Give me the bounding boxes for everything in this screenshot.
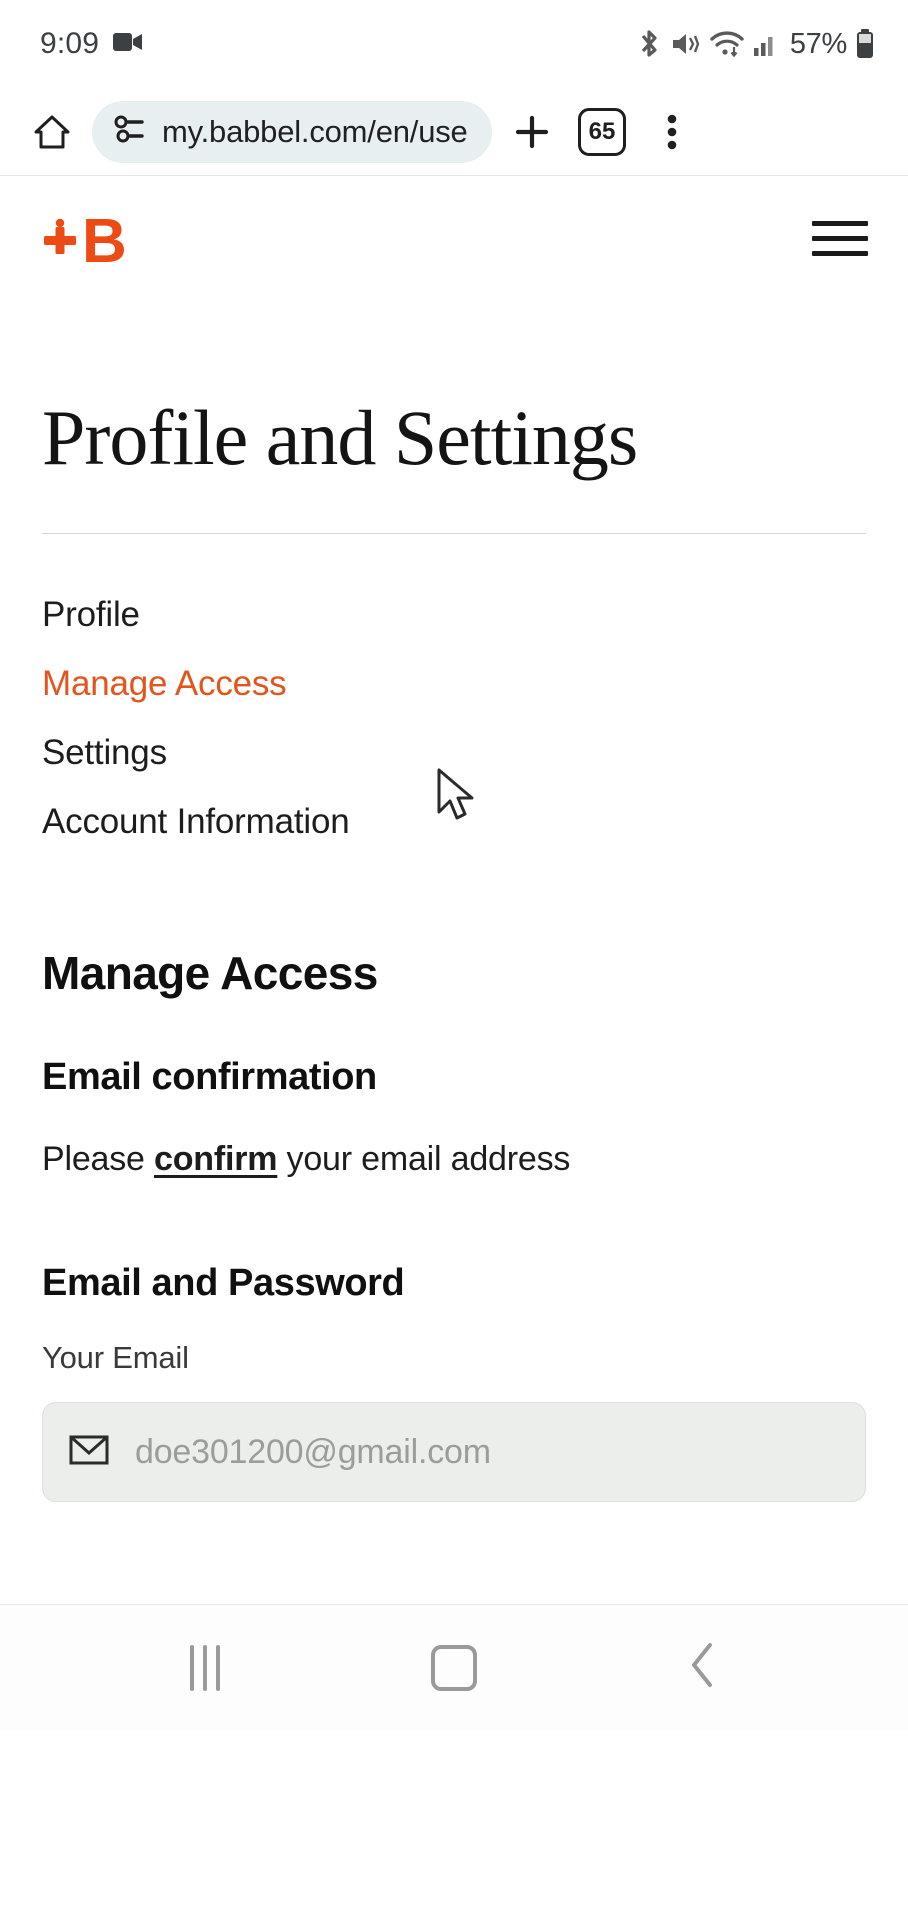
new-tab-button[interactable] (502, 102, 562, 162)
nav-item-manage-access[interactable]: Manage Access (42, 649, 866, 718)
android-status-bar: 9:09 57% (0, 0, 908, 88)
video-camera-icon (113, 31, 143, 58)
nav-item-settings[interactable]: Settings (42, 718, 866, 787)
url-bar[interactable]: my.babbel.com/en/use (92, 100, 492, 163)
babbel-logo[interactable]: B (42, 210, 134, 268)
hamburger-line (812, 236, 868, 241)
back-button[interactable] (643, 1639, 763, 1696)
svg-text:B: B (82, 210, 127, 268)
back-chevron-icon (686, 1639, 720, 1696)
hamburger-line (812, 251, 868, 256)
home-button[interactable] (22, 102, 82, 162)
section-heading-manage-access: Manage Access (42, 947, 378, 999)
mute-vibrate-icon (671, 30, 701, 58)
email-field-label: Your Email (42, 1340, 189, 1375)
tab-count-badge[interactable]: 65 (578, 107, 626, 156)
confirm-text-suffix: your email address (277, 1140, 571, 1178)
battery-percent-label: 57% (789, 27, 847, 60)
confirm-text-prefix: Please (42, 1140, 155, 1178)
hamburger-line (812, 221, 868, 226)
cellular-signal-icon (753, 31, 779, 57)
subheading-email-and-password: Email and Password (42, 1262, 405, 1304)
site-header: B (0, 176, 908, 301)
more-options-button[interactable] (642, 102, 702, 162)
home-square-icon (430, 1644, 477, 1691)
email-confirmation-text: Please confirm your email address (42, 1142, 866, 1176)
tab-switcher-button[interactable]: 65 (572, 102, 632, 162)
browser-toolbar: my.babbel.com/en/use 65 (0, 88, 908, 176)
recents-bar (202, 1644, 207, 1691)
status-clock: 9:09 (40, 27, 100, 60)
home-nav-button[interactable] (394, 1644, 514, 1691)
recents-icon (189, 1644, 220, 1691)
settings-nav-list: Profile Manage Access Settings Account I… (42, 580, 866, 856)
recents-bar (215, 1644, 220, 1691)
title-divider (42, 533, 866, 534)
recents-bar (189, 1644, 194, 1691)
email-input-value[interactable]: doe301200@gmail.com (135, 1433, 491, 1472)
nav-item-profile[interactable]: Profile (42, 580, 866, 649)
status-bar-left: 9:09 (40, 27, 143, 61)
email-input[interactable]: doe301200@gmail.com (42, 1402, 866, 1502)
hamburger-menu-icon[interactable] (812, 221, 868, 256)
page-content: Profile and Settings Profile Manage Acce… (0, 399, 908, 1502)
url-text[interactable]: my.babbel.com/en/use (162, 114, 468, 150)
page-viewport: B Profile and Settings Profile Manage Ac… (0, 176, 908, 1604)
page-title: Profile and Settings (42, 394, 638, 481)
page-info-icon[interactable] (114, 114, 146, 149)
confirm-link[interactable]: confirm (154, 1140, 277, 1178)
recents-button[interactable] (145, 1644, 265, 1691)
status-bar-right: 57% (636, 28, 874, 61)
nav-item-account-information[interactable]: Account Information (42, 787, 866, 856)
envelope-icon (69, 1434, 109, 1471)
bluetooth-icon (636, 29, 662, 59)
android-navigation-bar (0, 1604, 908, 1730)
subheading-email-confirmation: Email confirmation (42, 1056, 377, 1098)
wifi-icon (710, 30, 744, 58)
battery-icon (856, 29, 874, 59)
